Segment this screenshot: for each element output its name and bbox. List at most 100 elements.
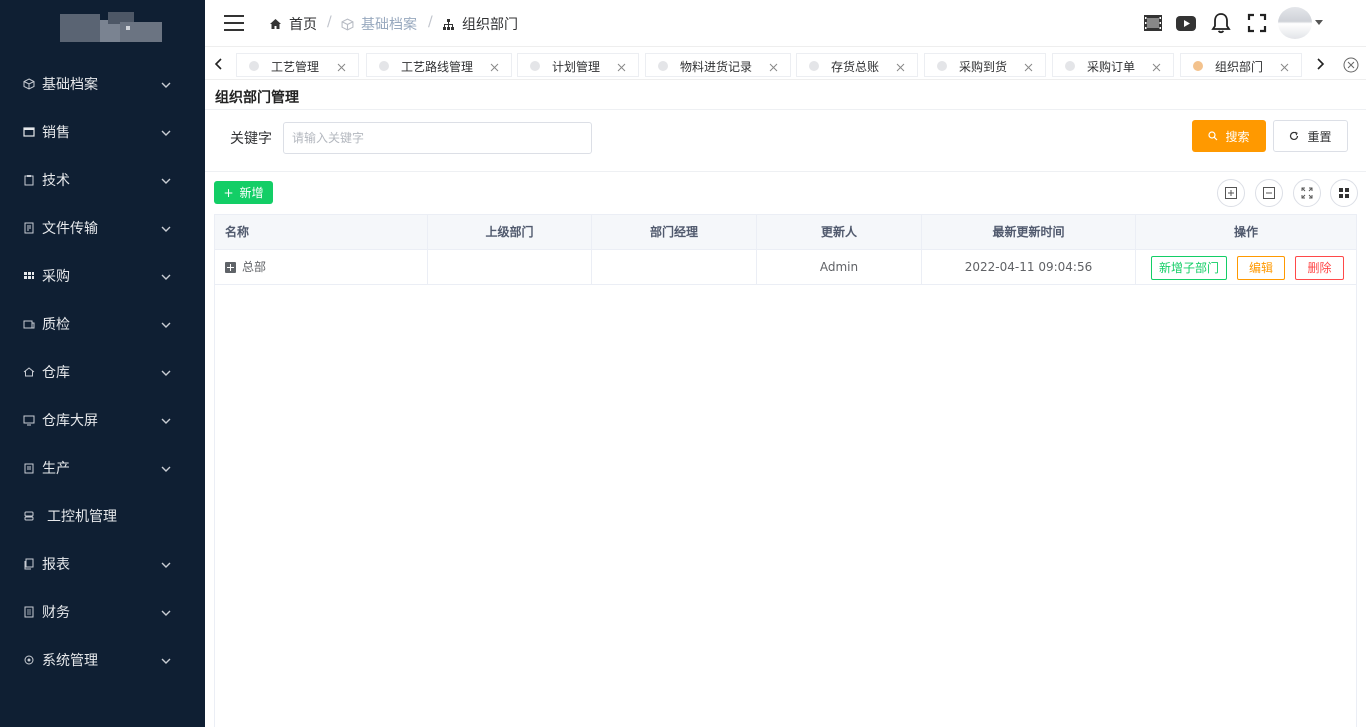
sidebar-item-sales[interactable]: 销售 bbox=[0, 108, 205, 156]
avatar[interactable] bbox=[1278, 7, 1312, 39]
table-header: 名称 上级部门 部门经理 更新人 最新更新时间 操作 bbox=[215, 215, 1356, 250]
column-header[interactable]: 操作 bbox=[1136, 215, 1356, 249]
tag-label: 物料进货记录 bbox=[680, 60, 753, 74]
actions-cell: 新增子部门 编辑 删除 bbox=[1136, 250, 1356, 284]
column-header[interactable]: 更新人 bbox=[757, 215, 922, 249]
expand-all-button[interactable] bbox=[1217, 179, 1245, 207]
sidebar-item-file-transfer[interactable]: 文件传输 bbox=[0, 204, 205, 252]
grid-icon bbox=[23, 270, 35, 282]
page-title: 组织部门管理 bbox=[215, 90, 299, 106]
logo bbox=[60, 12, 162, 42]
close-icon[interactable] bbox=[769, 61, 778, 72]
cube-icon bbox=[341, 17, 354, 31]
dept-table: 名称 上级部门 部门经理 更新人 最新更新时间 操作 总部 Admin 2022… bbox=[214, 214, 1357, 727]
window-icon bbox=[23, 126, 35, 138]
tag-item[interactable]: 工艺路线管理 bbox=[366, 53, 512, 77]
copy-icon bbox=[23, 558, 35, 570]
chevron-down-icon bbox=[161, 655, 171, 665]
add-child-dept-button[interactable]: 新增子部门 bbox=[1151, 256, 1227, 280]
column-settings-button[interactable] bbox=[1330, 179, 1358, 207]
column-header[interactable]: 上级部门 bbox=[428, 215, 592, 249]
tag-item[interactable]: 物料进货记录 bbox=[645, 53, 791, 77]
fullscreen-icon[interactable] bbox=[1246, 12, 1268, 34]
breadcrumb-section[interactable]: 基础档案 bbox=[341, 14, 417, 34]
chevron-down-icon bbox=[161, 127, 171, 137]
edit-button[interactable]: 编辑 bbox=[1237, 256, 1285, 280]
tag-item[interactable]: 采购订单 bbox=[1052, 53, 1174, 77]
add-button-label: 新增 bbox=[239, 186, 264, 200]
plus-icon: + bbox=[223, 185, 234, 200]
sidebar: 基础档案 销售 技术 文件传输 采购 质检 仓库 仓库大屏 生产 工控机管理 报… bbox=[0, 0, 205, 727]
video-play-icon[interactable] bbox=[1175, 12, 1197, 34]
column-header[interactable]: 部门经理 bbox=[592, 215, 757, 249]
close-icon[interactable] bbox=[1024, 61, 1033, 72]
sidebar-item-tech[interactable]: 技术 bbox=[0, 156, 205, 204]
clipboard-icon bbox=[23, 174, 35, 186]
sidebar-item-label: 文件传输 bbox=[42, 221, 98, 237]
close-icon[interactable] bbox=[896, 61, 905, 72]
close-icon[interactable] bbox=[337, 61, 346, 72]
parent-cell bbox=[428, 250, 592, 284]
tag-item-active[interactable]: 组织部门 bbox=[1180, 53, 1302, 77]
tag-label: 工艺路线管理 bbox=[401, 60, 474, 74]
keyword-input[interactable] bbox=[283, 122, 592, 154]
tags-scroll-left-icon[interactable] bbox=[208, 51, 230, 77]
plus-square-icon bbox=[1225, 187, 1237, 199]
tag-item[interactable]: 工艺管理 bbox=[236, 53, 359, 77]
document-icon bbox=[23, 222, 35, 234]
chevron-down-icon bbox=[161, 223, 171, 233]
reset-button-label: 重置 bbox=[1307, 129, 1332, 144]
tag-label: 采购订单 bbox=[1087, 60, 1136, 74]
breadcrumb-current-label: 组织部门 bbox=[462, 17, 518, 33]
add-button[interactable]: + 新增 bbox=[214, 181, 273, 204]
sidebar-item-reports[interactable]: 报表 bbox=[0, 540, 205, 588]
sidebar-item-warehouse-screen[interactable]: 仓库大屏 bbox=[0, 396, 205, 444]
close-icon[interactable] bbox=[1152, 61, 1161, 72]
fullscreen-table-button[interactable] bbox=[1293, 179, 1321, 207]
sidebar-item-basic-records[interactable]: 基础档案 bbox=[0, 60, 205, 108]
search-icon bbox=[1208, 131, 1218, 141]
sidebar-item-label: 工控机管理 bbox=[47, 509, 117, 525]
film-icon[interactable] bbox=[1142, 12, 1164, 34]
sidebar-item-system[interactable]: 系统管理 bbox=[0, 636, 205, 684]
updater-cell: Admin bbox=[757, 250, 922, 284]
tag-item[interactable]: 计划管理 bbox=[517, 53, 639, 77]
table-row[interactable]: 总部 Admin 2022-04-11 09:04:56 新增子部门 编辑 删除 bbox=[215, 250, 1356, 285]
sidebar-item-finance[interactable]: 财务 bbox=[0, 588, 205, 636]
breadcrumb-separator: / bbox=[327, 14, 332, 30]
sidebar-item-quality[interactable]: 质检 bbox=[0, 300, 205, 348]
chevron-down-icon bbox=[161, 463, 171, 473]
expand-row-icon[interactable] bbox=[225, 262, 236, 273]
reset-button[interactable]: 重置 bbox=[1273, 120, 1348, 152]
top-navbar: 首页 / 基础档案 / 组织部门 bbox=[205, 0, 1366, 46]
home-icon bbox=[23, 366, 35, 378]
chevron-down-icon bbox=[161, 559, 171, 569]
delete-button[interactable]: 删除 bbox=[1295, 256, 1344, 280]
tag-dot bbox=[658, 61, 668, 71]
inspect-icon bbox=[23, 318, 35, 330]
close-icon[interactable] bbox=[1280, 61, 1289, 72]
sidebar-item-label: 报表 bbox=[42, 557, 70, 573]
close-icon[interactable] bbox=[617, 61, 626, 72]
chevron-down-icon bbox=[161, 175, 171, 185]
breadcrumb-home[interactable]: 首页 bbox=[269, 14, 317, 34]
tag-item[interactable]: 存货总账 bbox=[796, 53, 918, 77]
main-content: 组织部门管理 关键字 搜索 重置 + 新增 名称 上级部门 部门经理 更新人 最… bbox=[205, 80, 1366, 727]
tag-dot bbox=[249, 61, 259, 71]
column-header[interactable]: 最新更新时间 bbox=[922, 215, 1136, 249]
sidebar-item-production[interactable]: 生产 bbox=[0, 444, 205, 492]
bell-icon[interactable] bbox=[1210, 12, 1232, 34]
close-icon[interactable] bbox=[490, 61, 499, 72]
sidebar-item-purchase[interactable]: 采购 bbox=[0, 252, 205, 300]
hamburger-menu-icon[interactable] bbox=[224, 15, 244, 31]
close-all-tags-icon[interactable] bbox=[1343, 57, 1359, 73]
tag-item[interactable]: 采购到货 bbox=[924, 53, 1046, 77]
collapse-all-button[interactable] bbox=[1255, 179, 1283, 207]
column-header[interactable]: 名称 bbox=[215, 215, 428, 249]
search-button[interactable]: 搜索 bbox=[1192, 120, 1266, 152]
sidebar-item-warehouse[interactable]: 仓库 bbox=[0, 348, 205, 396]
name-cell: 总部 bbox=[215, 250, 428, 284]
caret-down-icon[interactable] bbox=[1315, 20, 1323, 25]
sidebar-item-ipc[interactable]: 工控机管理 bbox=[0, 492, 205, 540]
tags-scroll-right-icon[interactable] bbox=[1309, 51, 1331, 77]
